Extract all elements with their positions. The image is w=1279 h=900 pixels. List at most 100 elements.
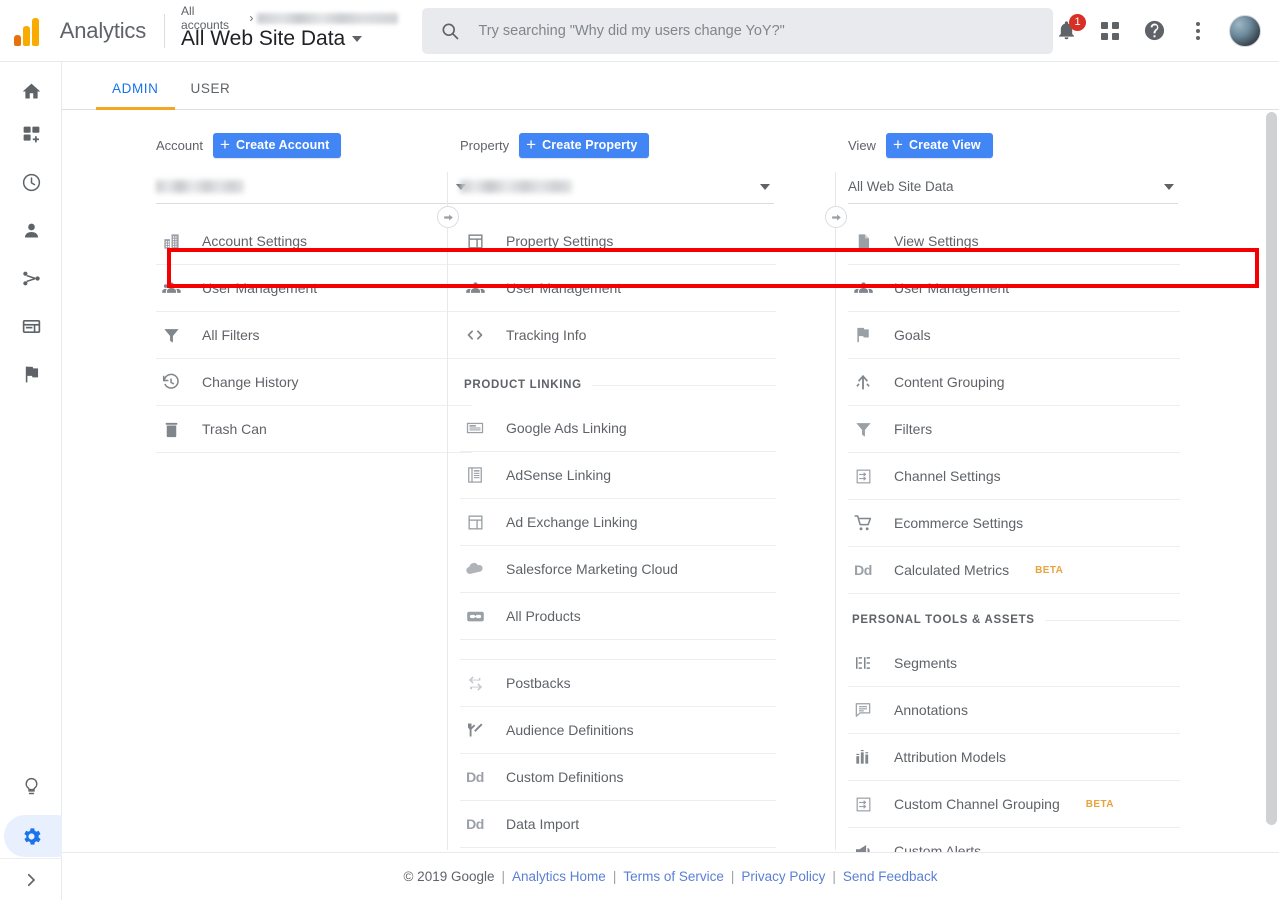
section-rule <box>591 384 776 386</box>
menu-item-tracking-info[interactable]: Tracking Info <box>460 312 776 359</box>
footer-link-send-feedback[interactable]: Send Feedback <box>843 869 938 884</box>
chevron-down-icon[interactable] <box>760 183 770 190</box>
footer-link-terms-of-service[interactable]: Terms of Service <box>623 869 724 884</box>
menu-item-property-settings[interactable]: Property Settings <box>460 218 776 265</box>
column-view: View + Create View All Web Site Data Vie… <box>836 110 1226 852</box>
sidebar-item-conversions[interactable] <box>0 350 62 398</box>
menu-item-annotations[interactable]: Annotations <box>848 687 1180 734</box>
menu-item-label: Data Import <box>506 816 580 832</box>
sidebar-item-realtime[interactable] <box>0 158 62 206</box>
account-selector-block[interactable]: All accounts › All Web Site Data <box>181 4 399 51</box>
menu-item-filters[interactable]: Filters <box>848 406 1180 453</box>
create-property-button[interactable]: + Create Property <box>519 132 650 158</box>
customization-grid-plus-icon <box>21 124 42 145</box>
sidebar-item-home[interactable] <box>0 62 62 110</box>
menu-item-label: Goals <box>894 327 931 343</box>
menu-item-data-import[interactable]: Dd Data Import <box>460 801 776 848</box>
menu-item-attribution-models[interactable]: Attribution Models <box>848 734 1180 781</box>
breadcrumb[interactable]: All accounts › <box>181 4 399 32</box>
trash-icon <box>160 418 182 440</box>
menu-item-segments[interactable]: Segments <box>848 640 1180 687</box>
tab-user[interactable]: USER <box>175 81 247 109</box>
menu-item-all-products[interactable]: All Products <box>460 593 776 640</box>
sidebar-item-discover[interactable] <box>0 764 62 808</box>
menu-item-audience-definitions[interactable]: Audience Definitions <box>460 707 776 754</box>
view-selected-value: All Web Site Data <box>848 179 954 194</box>
view-title-dropdown[interactable]: All Web Site Data <box>181 27 398 51</box>
menu-item-salesforce-marketing-cloud[interactable]: Salesforce Marketing Cloud <box>460 546 776 593</box>
menu-item-custom-channel-grouping[interactable]: Custom Channel Grouping BETA <box>848 781 1180 828</box>
footer-separator: | <box>612 869 617 884</box>
brand-title: Analytics <box>59 17 147 43</box>
gear-icon <box>20 825 43 848</box>
menu-item-trash-can[interactable]: Trash Can <box>156 406 472 453</box>
footer-separator: | <box>832 869 836 884</box>
menu-item-google-ads-linking[interactable]: Google Ads Linking <box>460 405 776 452</box>
menu-item-label: Account Settings <box>202 233 308 249</box>
sidebar-item-admin[interactable] <box>0 812 78 860</box>
menu-item-custom-definitions[interactable]: Dd Custom Definitions <box>460 754 776 801</box>
menu-item-goals[interactable]: Goals <box>848 312 1180 359</box>
code-brackets-icon <box>464 324 486 346</box>
funnel-icon <box>160 324 182 346</box>
lightbulb-icon <box>21 776 42 797</box>
search-input[interactable]: Try searching "Why did my users change Y… <box>422 7 1053 54</box>
avatar[interactable] <box>1229 14 1261 47</box>
create-account-button[interactable]: + Create Account <box>212 132 342 158</box>
analytics-logo-icon[interactable] <box>14 16 48 46</box>
menu-item-property-user-management[interactable]: User Management <box>460 265 776 312</box>
menu-item-view-user-management[interactable]: User Management <box>848 265 1180 312</box>
link-chain-icon <box>464 605 486 627</box>
create-view-button[interactable]: + Create View <box>885 132 993 158</box>
plus-icon: + <box>892 135 903 154</box>
menu-item-account-user-management[interactable]: User Management <box>156 265 472 312</box>
view-dropdown[interactable]: All Web Site Data <box>848 170 1178 204</box>
sidebar-item-acquisition[interactable] <box>0 254 62 302</box>
scrollbar-thumb[interactable] <box>1266 112 1277 825</box>
menu-item-ad-exchange-linking[interactable]: Ad Exchange Linking <box>460 499 776 546</box>
apps-grid-icon[interactable] <box>1097 18 1123 44</box>
menu-item-postbacks[interactable]: Postbacks <box>460 660 776 707</box>
menu-item-calculated-metrics[interactable]: Dd Calculated Metrics BETA <box>848 547 1180 594</box>
footer-link-analytics-home[interactable]: Analytics Home <box>512 869 606 884</box>
menu-item-view-settings[interactable]: View Settings <box>848 218 1180 265</box>
sidebar-item-behavior[interactable] <box>0 302 62 350</box>
menu-item-content-grouping[interactable]: Content Grouping <box>848 359 1180 406</box>
users-group-icon <box>464 277 486 299</box>
chevron-down-icon[interactable] <box>1164 183 1174 190</box>
property-window-icon <box>464 230 486 252</box>
menu-item-change-history[interactable]: Change History <box>156 359 472 406</box>
document-icon <box>852 230 874 252</box>
sidebar-item-customization[interactable] <box>0 110 62 158</box>
create-view-label: Create View <box>908 138 981 152</box>
menu-item-label: Ad Exchange Linking <box>506 514 638 530</box>
notification-badge: 1 <box>1069 13 1086 31</box>
chevron-down-icon[interactable] <box>352 36 363 42</box>
help-icon[interactable] <box>1141 18 1167 44</box>
menu-item-channel-settings[interactable]: Channel Settings <box>848 453 1180 500</box>
menu-item-adsense-linking[interactable]: AdSense Linking <box>460 452 776 499</box>
menu-item-all-filters[interactable]: All Filters <box>156 312 472 359</box>
channel-settings-icon <box>852 793 874 815</box>
tab-admin[interactable]: ADMIN <box>96 81 175 110</box>
section-label: PERSONAL TOOLS & ASSETS <box>852 614 1035 626</box>
channel-settings-icon <box>852 465 874 487</box>
property-dropdown[interactable] <box>460 170 774 204</box>
notifications-bell-icon[interactable]: 1 <box>1053 13 1086 44</box>
home-icon <box>21 81 42 102</box>
cloud-icon <box>464 558 486 580</box>
menu-item-ecommerce-settings[interactable]: Ecommerce Settings <box>848 500 1180 547</box>
content-scrollbar[interactable] <box>1266 112 1277 838</box>
account-dropdown[interactable] <box>156 170 470 204</box>
footer-link-privacy-policy[interactable]: Privacy Policy <box>741 869 825 884</box>
menu-item-custom-alerts[interactable]: Custom Alerts <box>848 828 1180 852</box>
cart-icon <box>852 512 874 534</box>
sidebar-expand-button[interactable] <box>0 858 62 900</box>
property-column-header: Property + Create Property <box>460 128 836 162</box>
view-menu: View Settings User Management Goals Cont… <box>848 218 1180 852</box>
more-vert-icon[interactable] <box>1185 18 1211 44</box>
sidebar-item-audience[interactable] <box>0 206 62 254</box>
clock-icon <box>21 172 42 193</box>
menu-item-account-settings[interactable]: Account Settings <box>156 218 472 265</box>
search-placeholder: Try searching "Why did my users change Y… <box>478 22 785 39</box>
